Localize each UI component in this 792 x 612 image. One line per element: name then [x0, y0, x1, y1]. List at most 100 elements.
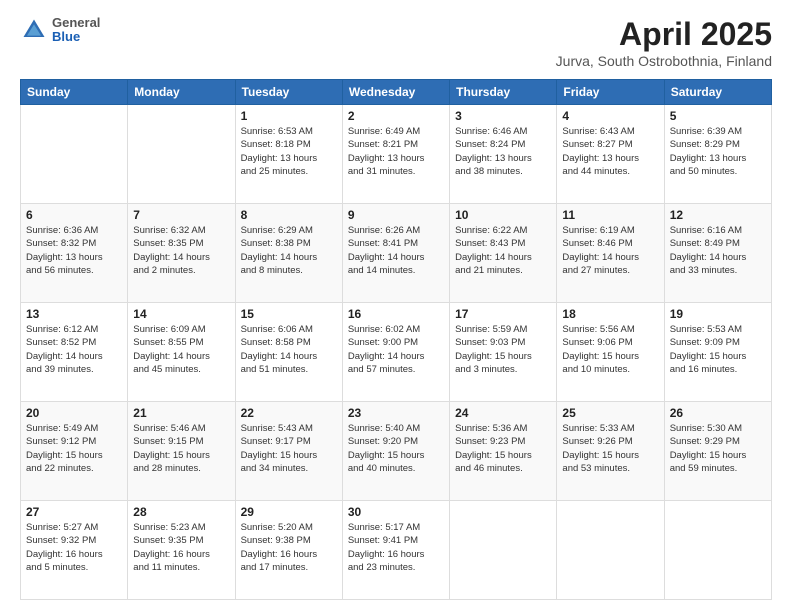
calendar-cell: 2Sunrise: 6:49 AM Sunset: 8:21 PM Daylig… — [342, 105, 449, 204]
day-info: Sunrise: 6:29 AM Sunset: 8:38 PM Dayligh… — [241, 224, 337, 277]
day-info: Sunrise: 6:26 AM Sunset: 8:41 PM Dayligh… — [348, 224, 444, 277]
day-info: Sunrise: 6:43 AM Sunset: 8:27 PM Dayligh… — [562, 125, 658, 178]
calendar-cell: 8Sunrise: 6:29 AM Sunset: 8:38 PM Daylig… — [235, 204, 342, 303]
calendar-cell: 13 Sunrise: 6:12 AM Sunset: 8:52 PM Dayli… — [21, 303, 128, 402]
calendar-cell: 28 Sunrise: 5:23 AM Sunset: 9:35 PM Dayli… — [128, 501, 235, 600]
day-number: 7 — [133, 208, 229, 222]
day-number: 12 — [670, 208, 766, 222]
day-info: Sunrise: 5:27 AM Sunset: 9:32 PM Dayligh… — [26, 521, 122, 574]
calendar-cell: 18Sunrise: 5:56 AM Sunset: 9:06 PM Dayli… — [557, 303, 664, 402]
calendar-cell: 11Sunrise: 6:19 AM Sunset: 8:46 PM Dayli… — [557, 204, 664, 303]
logo-text: General Blue — [52, 16, 100, 45]
calendar-cell: 24 Sunrise: 5:36 AM Sunset: 9:23 PM Dayli… — [450, 402, 557, 501]
page: General Blue April 2025 Jurva, South Ost… — [0, 0, 792, 612]
day-info: Sunrise: 5:30 AM Sunset: 9:29 PM Dayligh… — [670, 422, 766, 475]
calendar-cell: 6 Sunrise: 6:36 AM Sunset: 8:32 PM Daylig… — [21, 204, 128, 303]
day-number: 3 — [455, 109, 551, 123]
day-info: Sunrise: 6:46 AM Sunset: 8:24 PM Dayligh… — [455, 125, 551, 178]
calendar-cell: 1Sunrise: 6:53 AM Sunset: 8:18 PM Daylig… — [235, 105, 342, 204]
day-info: Sunrise: 6:39 AM Sunset: 8:29 PM Dayligh… — [670, 125, 766, 178]
day-info: Sunrise: 6:02 AM Sunset: 9:00 PM Dayligh… — [348, 323, 444, 376]
day-number: 4 — [562, 109, 658, 123]
calendar-table: SundayMondayTuesdayWednesdayThursdayFrid… — [20, 79, 772, 600]
day-number: 29 — [241, 505, 337, 519]
header: General Blue April 2025 Jurva, South Ost… — [20, 16, 772, 69]
calendar-header-tuesday: Tuesday — [235, 80, 342, 105]
calendar-cell: 17 Sunrise: 5:59 AM Sunset: 9:03 PM Dayli… — [450, 303, 557, 402]
day-number: 9 — [348, 208, 444, 222]
day-number: 28 — [133, 505, 229, 519]
logo-general: General — [52, 16, 100, 30]
calendar-cell — [450, 501, 557, 600]
calendar-header-monday: Monday — [128, 80, 235, 105]
day-info: Sunrise: 6:16 AM Sunset: 8:49 PM Dayligh… — [670, 224, 766, 277]
calendar-cell: 23 Sunrise: 5:40 AM Sunset: 9:20 PM Dayli… — [342, 402, 449, 501]
calendar-header-wednesday: Wednesday — [342, 80, 449, 105]
day-info: Sunrise: 5:46 AM Sunset: 9:15 PM Dayligh… — [133, 422, 229, 475]
main-title: April 2025 — [556, 16, 772, 53]
day-number: 21 — [133, 406, 229, 420]
logo-blue: Blue — [52, 30, 100, 44]
calendar-week-1: 6 Sunrise: 6:36 AM Sunset: 8:32 PM Daylig… — [21, 204, 772, 303]
day-info: Sunrise: 5:20 AM Sunset: 9:38 PM Dayligh… — [241, 521, 337, 574]
calendar-cell: 9 Sunrise: 6:26 AM Sunset: 8:41 PM Daylig… — [342, 204, 449, 303]
day-info: Sunrise: 5:49 AM Sunset: 9:12 PM Dayligh… — [26, 422, 122, 475]
calendar-cell: 4 Sunrise: 6:43 AM Sunset: 8:27 PM Daylig… — [557, 105, 664, 204]
day-number: 15 — [241, 307, 337, 321]
calendar-week-2: 13 Sunrise: 6:12 AM Sunset: 8:52 PM Dayli… — [21, 303, 772, 402]
day-info: Sunrise: 5:40 AM Sunset: 9:20 PM Dayligh… — [348, 422, 444, 475]
calendar-cell: 16 Sunrise: 6:02 AM Sunset: 9:00 PM Dayli… — [342, 303, 449, 402]
calendar-cell: 12 Sunrise: 6:16 AM Sunset: 8:49 PM Dayli… — [664, 204, 771, 303]
day-number: 24 — [455, 406, 551, 420]
day-number: 13 — [26, 307, 122, 321]
calendar-cell: 25Sunrise: 5:33 AM Sunset: 9:26 PM Dayli… — [557, 402, 664, 501]
day-number: 23 — [348, 406, 444, 420]
day-info: Sunrise: 6:22 AM Sunset: 8:43 PM Dayligh… — [455, 224, 551, 277]
day-info: Sunrise: 5:23 AM Sunset: 9:35 PM Dayligh… — [133, 521, 229, 574]
calendar-header-thursday: Thursday — [450, 80, 557, 105]
logo-icon — [20, 16, 48, 44]
day-info: Sunrise: 6:09 AM Sunset: 8:55 PM Dayligh… — [133, 323, 229, 376]
calendar-cell: 5 Sunrise: 6:39 AM Sunset: 8:29 PM Daylig… — [664, 105, 771, 204]
calendar-cell: 7 Sunrise: 6:32 AM Sunset: 8:35 PM Daylig… — [128, 204, 235, 303]
calendar-cell — [557, 501, 664, 600]
calendar-cell: 3 Sunrise: 6:46 AM Sunset: 8:24 PM Daylig… — [450, 105, 557, 204]
calendar-week-0: 1Sunrise: 6:53 AM Sunset: 8:18 PM Daylig… — [21, 105, 772, 204]
calendar-cell: 10 Sunrise: 6:22 AM Sunset: 8:43 PM Dayli… — [450, 204, 557, 303]
day-number: 17 — [455, 307, 551, 321]
day-number: 20 — [26, 406, 122, 420]
day-number: 14 — [133, 307, 229, 321]
calendar-header-sunday: Sunday — [21, 80, 128, 105]
calendar-header-saturday: Saturday — [664, 80, 771, 105]
day-number: 19 — [670, 307, 766, 321]
title-section: April 2025 Jurva, South Ostrobothnia, Fi… — [556, 16, 772, 69]
day-info: Sunrise: 6:32 AM Sunset: 8:35 PM Dayligh… — [133, 224, 229, 277]
subtitle: Jurva, South Ostrobothnia, Finland — [556, 53, 772, 69]
day-number: 6 — [26, 208, 122, 222]
day-number: 18 — [562, 307, 658, 321]
day-info: Sunrise: 6:12 AM Sunset: 8:52 PM Dayligh… — [26, 323, 122, 376]
calendar-cell: 27Sunrise: 5:27 AM Sunset: 9:32 PM Dayli… — [21, 501, 128, 600]
day-number: 16 — [348, 307, 444, 321]
calendar-cell: 30 Sunrise: 5:17 AM Sunset: 9:41 PM Dayli… — [342, 501, 449, 600]
day-number: 5 — [670, 109, 766, 123]
day-info: Sunrise: 5:53 AM Sunset: 9:09 PM Dayligh… — [670, 323, 766, 376]
calendar-week-3: 20 Sunrise: 5:49 AM Sunset: 9:12 PM Dayli… — [21, 402, 772, 501]
day-number: 30 — [348, 505, 444, 519]
day-info: Sunrise: 6:36 AM Sunset: 8:32 PM Dayligh… — [26, 224, 122, 277]
calendar-cell: 26Sunrise: 5:30 AM Sunset: 9:29 PM Dayli… — [664, 402, 771, 501]
day-number: 11 — [562, 208, 658, 222]
day-info: Sunrise: 5:17 AM Sunset: 9:41 PM Dayligh… — [348, 521, 444, 574]
calendar-cell — [128, 105, 235, 204]
calendar-cell: 20 Sunrise: 5:49 AM Sunset: 9:12 PM Dayli… — [21, 402, 128, 501]
calendar-cell: 15Sunrise: 6:06 AM Sunset: 8:58 PM Dayli… — [235, 303, 342, 402]
calendar-cell: 19 Sunrise: 5:53 AM Sunset: 9:09 PM Dayli… — [664, 303, 771, 402]
day-number: 10 — [455, 208, 551, 222]
day-info: Sunrise: 5:59 AM Sunset: 9:03 PM Dayligh… — [455, 323, 551, 376]
calendar-cell: 14 Sunrise: 6:09 AM Sunset: 8:55 PM Dayli… — [128, 303, 235, 402]
calendar-cell — [21, 105, 128, 204]
day-info: Sunrise: 6:53 AM Sunset: 8:18 PM Dayligh… — [241, 125, 337, 178]
day-number: 22 — [241, 406, 337, 420]
day-info: Sunrise: 5:36 AM Sunset: 9:23 PM Dayligh… — [455, 422, 551, 475]
calendar-cell: 22Sunrise: 5:43 AM Sunset: 9:17 PM Dayli… — [235, 402, 342, 501]
